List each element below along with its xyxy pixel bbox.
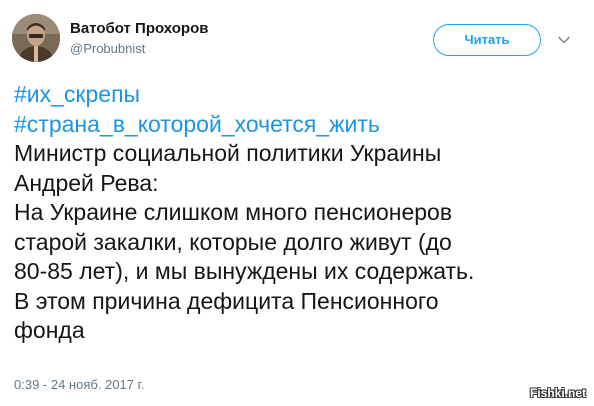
watermark: Fishki.net [529, 386, 586, 400]
hashtag-link[interactable]: #страна_в_которой_хочется_жить [14, 111, 380, 137]
author-display-name[interactable]: Ватобот Прохоров [70, 20, 208, 37]
tweet-text-line: фонда [14, 317, 85, 343]
tweet-text-line: 80-85 лет), и мы вынуждены их содержать. [14, 258, 475, 284]
tweet-text-line: Министр социальной политики Украины [14, 140, 442, 166]
tweet-card: Ватобот Прохоров @Probubnist Читать #их_… [0, 0, 594, 406]
follow-button[interactable]: Читать [433, 24, 541, 56]
tweet-timestamp[interactable]: 0:39 - 24 нояб. 2017 г. [14, 377, 144, 392]
avatar[interactable] [12, 14, 60, 62]
person-photo-icon [12, 14, 60, 62]
author-handle[interactable]: @Probubnist [70, 41, 145, 56]
tweet-text-line: На Украине слишком много пенсионеров [14, 199, 453, 225]
tweet-text-line: Андрей Рева: [14, 169, 159, 196]
chevron-down-icon[interactable] [556, 32, 572, 48]
tweet-text-line: старой закалки, которые долго живут (до [14, 228, 452, 255]
tweet-text: #их_скрепы #страна_в_которой_хочется_жит… [14, 80, 584, 346]
tweet-text-line: В этом причина дефицита Пенсионного [14, 287, 439, 314]
hashtag-link[interactable]: #их_скрепы [14, 81, 140, 107]
